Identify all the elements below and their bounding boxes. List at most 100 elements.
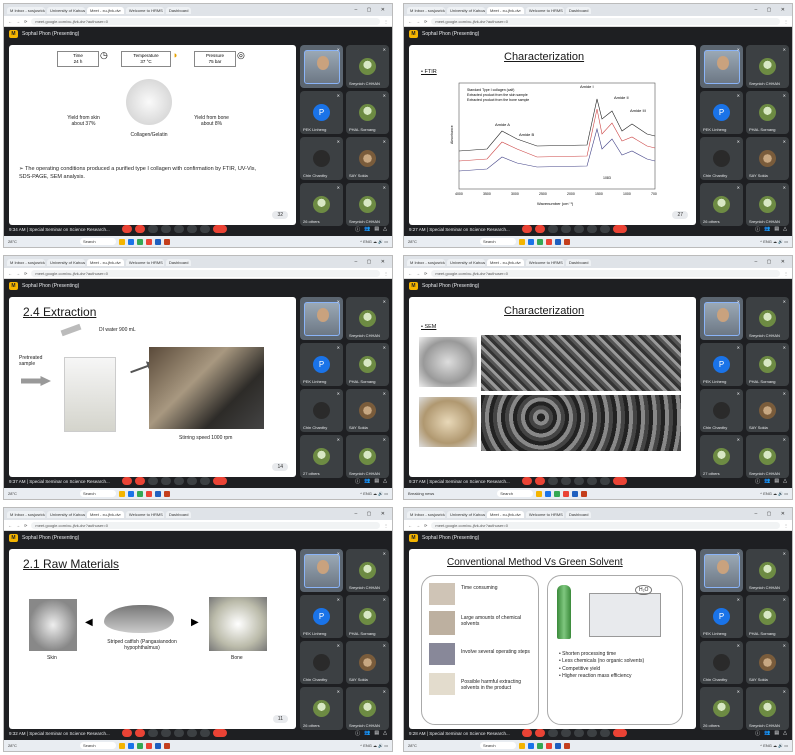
more-options-button[interactable] xyxy=(600,729,610,737)
browser-tab[interactable]: M Inbox - sosjusridu@ xyxy=(7,258,45,266)
present-button[interactable] xyxy=(574,729,584,737)
browser-tab-active[interactable]: Meet - xu-jfvk-dvr xyxy=(487,510,524,518)
reload-icon[interactable]: ⟳ xyxy=(424,19,427,24)
window-controls[interactable]: – ▢ ✕ xyxy=(355,511,389,517)
taskbar-search[interactable]: Search xyxy=(479,742,516,749)
browser-tab[interactable]: University of Kahoaam xyxy=(47,258,85,266)
emoji-button[interactable] xyxy=(161,477,171,485)
powerpoint-icon[interactable] xyxy=(563,238,570,245)
participant-tile[interactable]: ✕ PHAL Sornang xyxy=(346,91,389,134)
info-icon[interactable]: ⓘ xyxy=(755,730,760,737)
leave-call-button[interactable] xyxy=(213,477,227,485)
taskbar-search[interactable]: Search xyxy=(79,238,116,245)
weather-widget[interactable]: Breaking news xyxy=(408,491,434,496)
participant-tile[interactable]: P ✕ PEK Linheng xyxy=(700,343,743,386)
word-icon[interactable] xyxy=(554,742,561,749)
browser-tab[interactable]: M Inbox - sosjusridu@ xyxy=(407,258,445,266)
system-tray[interactable]: ^ ENG ☁ 🔊 ▭ xyxy=(760,743,788,748)
extensions-icon[interactable]: ⋮ xyxy=(384,19,388,24)
participant-tile[interactable]: ✕ SAY Sokla xyxy=(346,389,389,432)
participant-tile[interactable]: ✕ xyxy=(300,297,343,340)
forward-icon[interactable]: → xyxy=(416,19,420,24)
participant-tile[interactable]: ✕ SAY Sokla xyxy=(346,641,389,684)
camera-button[interactable] xyxy=(535,225,545,233)
powerpoint-icon[interactable] xyxy=(563,742,570,749)
extensions-icon[interactable]: ⋮ xyxy=(784,271,788,276)
word-icon[interactable] xyxy=(154,742,161,749)
mic-button[interactable] xyxy=(522,225,532,233)
activities-icon[interactable]: △ xyxy=(383,730,387,737)
participant-tile[interactable]: ✕ PHAL Sornang xyxy=(746,343,789,386)
mic-button[interactable] xyxy=(122,225,132,233)
browser-tab[interactable]: Dashboard xyxy=(165,510,192,518)
more-options-button[interactable] xyxy=(600,477,610,485)
participant-tile[interactable]: ✕ Chin Chanthy xyxy=(700,137,743,180)
participant-tile[interactable]: ✕ Chin Chanthy xyxy=(700,641,743,684)
participant-tile[interactable]: ✕ 26 others xyxy=(700,687,743,730)
browser-tab-active[interactable]: Meet - xu-jfvk-dvr xyxy=(487,6,524,14)
weather-widget[interactable]: 28°C xyxy=(8,239,17,244)
forward-icon[interactable]: → xyxy=(16,19,20,24)
back-icon[interactable]: ← xyxy=(408,523,412,528)
raise-hand-button[interactable] xyxy=(587,225,597,233)
participant-tile[interactable]: ✕ Sreynich CHHAN xyxy=(746,687,789,730)
captions-button[interactable] xyxy=(548,477,558,485)
participant-tile[interactable]: ✕ SAY Sokla xyxy=(746,389,789,432)
chat-icon[interactable]: ▤ xyxy=(374,226,379,233)
chrome-icon[interactable] xyxy=(554,490,561,497)
participant-tile[interactable]: P ✕ PEK Linheng xyxy=(300,91,343,134)
participant-tile[interactable]: P ✕ PEK Linheng xyxy=(300,595,343,638)
browser-tab[interactable]: University of Kahoaam xyxy=(447,6,485,14)
raise-hand-button[interactable] xyxy=(187,477,197,485)
browser-tab[interactable]: Dashboard xyxy=(565,6,592,14)
app-icon[interactable] xyxy=(563,490,570,497)
participant-tile[interactable]: ✕ 27 others xyxy=(700,435,743,478)
powerpoint-icon[interactable] xyxy=(163,238,170,245)
file-explorer-icon[interactable] xyxy=(118,238,125,245)
file-explorer-icon[interactable] xyxy=(118,490,125,497)
more-options-button[interactable] xyxy=(200,225,210,233)
browser-tab[interactable]: Dashboard xyxy=(165,6,192,14)
url-field[interactable]: meet.google.com/xu-jfvk-dvr?authuser=0 xyxy=(431,521,780,529)
system-tray[interactable]: ^ ENG ☁ 🔊 ▭ xyxy=(760,239,788,244)
url-field[interactable]: meet.google.com/xu-jfvk-dvr?authuser=0 xyxy=(31,17,380,25)
participant-tile[interactable]: ✕ SAY Sokla xyxy=(746,641,789,684)
emoji-button[interactable] xyxy=(161,225,171,233)
participant-tile[interactable]: ✕ 26 others xyxy=(300,183,343,226)
extensions-icon[interactable]: ⋮ xyxy=(384,271,388,276)
weather-widget[interactable]: 28°C xyxy=(8,743,17,748)
browser-tab[interactable]: M Inbox - sosjusridu@ xyxy=(407,6,445,14)
participant-tile[interactable]: ✕ Sreynich CHHAN xyxy=(746,549,789,592)
participant-tile[interactable]: ✕ Sreynich CHHAN xyxy=(346,297,389,340)
back-icon[interactable]: ← xyxy=(8,523,12,528)
info-icon[interactable]: ⓘ xyxy=(355,226,360,233)
browser-tab[interactable]: Welcome to HRMS xyxy=(125,6,164,14)
chrome-icon[interactable] xyxy=(136,490,143,497)
raise-hand-button[interactable] xyxy=(587,477,597,485)
browser-tab[interactable]: Dashboard xyxy=(165,258,192,266)
participant-tile[interactable]: ✕ Sreynich CHHAN xyxy=(346,687,389,730)
people-icon[interactable]: 👥 xyxy=(364,226,370,233)
people-icon[interactable]: 👥 xyxy=(764,226,770,233)
reload-icon[interactable]: ⟳ xyxy=(24,19,27,24)
powerpoint-icon[interactable] xyxy=(581,490,588,497)
participant-tile[interactable]: ✕ PHAL Sornang xyxy=(346,595,389,638)
browser-tab[interactable]: University of Kahoaam xyxy=(447,258,485,266)
app-icon[interactable] xyxy=(545,742,552,749)
forward-icon[interactable]: → xyxy=(416,271,420,276)
info-icon[interactable]: ⓘ xyxy=(355,478,360,485)
powerpoint-icon[interactable] xyxy=(163,742,170,749)
captions-button[interactable] xyxy=(548,729,558,737)
reload-icon[interactable]: ⟳ xyxy=(424,271,427,276)
chat-icon[interactable]: ▤ xyxy=(374,730,379,737)
reload-icon[interactable]: ⟳ xyxy=(24,271,27,276)
browser-tab[interactable]: M Inbox - sosjusridu@ xyxy=(7,6,45,14)
leave-call-button[interactable] xyxy=(613,477,627,485)
system-tray[interactable]: ^ ENG ☁ 🔊 ▭ xyxy=(760,491,788,496)
participant-tile[interactable]: ✕ PHAL Sornang xyxy=(346,343,389,386)
powerpoint-icon[interactable] xyxy=(163,490,170,497)
participant-tile[interactable]: P ✕ PEK Linheng xyxy=(300,343,343,386)
chrome-icon[interactable] xyxy=(536,238,543,245)
app-icon[interactable] xyxy=(145,238,152,245)
app-icon[interactable] xyxy=(145,490,152,497)
